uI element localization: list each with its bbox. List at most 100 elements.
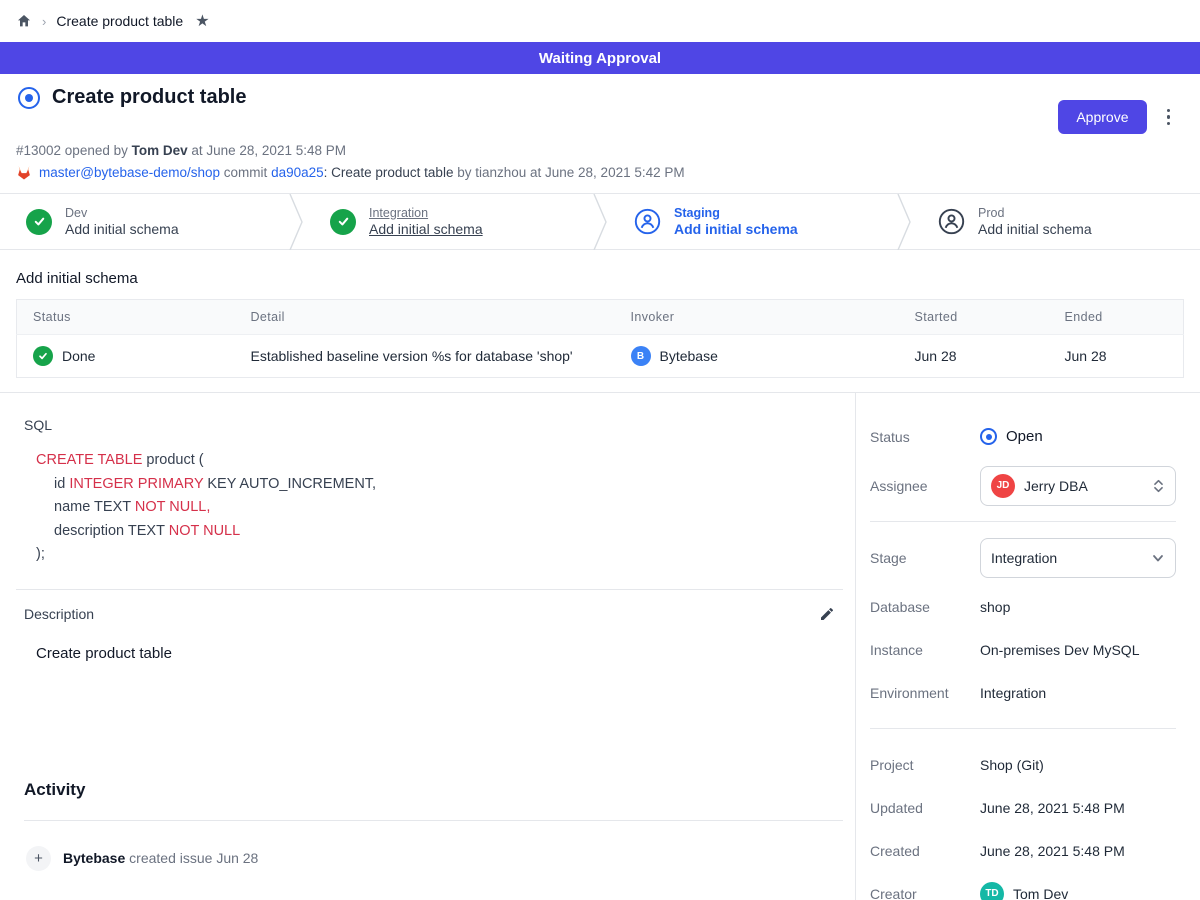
stage-task-label: Add initial schema [65,221,179,237]
approval-banner-label: Waiting Approval [539,50,661,67]
stage-select[interactable]: Integration [980,538,1176,578]
commit-hash-link[interactable]: da90a25 [271,165,324,180]
stage-separator-chevron [288,194,304,249]
stage-separator-chevron [592,194,608,249]
stage-value: Integration [991,550,1142,566]
issue-detail-panel: SQL CREATE TABLE product ( id INTEGER PR… [0,393,855,900]
issue-header: Create product table Approve #13002 open… [0,74,1200,193]
chevron-down-icon [1151,551,1165,565]
task-section-heading: Add initial schema [16,270,1184,287]
commit-info: master@bytebase-demo/shop commit da90a25… [16,165,1184,180]
issue-title: Create product table [52,86,246,109]
created-value: June 28, 2021 5:48 PM [980,843,1125,859]
stage-env-label: Dev [65,206,179,220]
activity-heading: Activity [24,780,855,800]
assignee-select[interactable]: JD Jerry DBA [980,466,1176,506]
task-table: Status Detail Invoker Started Ended Done… [16,299,1184,378]
sql-line: name TEXT NOT NULL, [36,496,855,520]
creator-label: Creator [870,886,980,900]
stage-env-label: Prod [978,206,1092,220]
stage-pending-person-icon [938,208,965,235]
issue-meta: #13002 opened by Tom Dev at June 28, 202… [16,143,1184,158]
stage-label: Stage [870,550,980,566]
issue-sidebar: Status Open Assignee JD Jerry DBA Stage … [855,393,1200,900]
commit-message: : Create product table [324,165,458,180]
task-started: Jun 28 [899,335,1049,378]
creator-avatar: TD [980,882,1004,900]
branch-link[interactable]: master@bytebase-demo/shop [39,165,220,180]
column-header-invoker: Invoker [615,300,899,335]
sidebar-divider [870,521,1176,522]
favorite-star-icon[interactable]: ★ [195,11,209,31]
issue-author: Tom Dev [132,143,188,158]
task-ended: Jun 28 [1049,335,1184,378]
breadcrumb-title: Create product table [56,13,183,29]
column-header-detail: Detail [235,300,615,335]
environment-label: Environment [870,685,980,701]
creator-value: Tom Dev [1013,886,1068,900]
column-header-ended: Ended [1049,300,1184,335]
status-label: Status [870,429,980,445]
description-content: Create product table [36,645,855,662]
invoker-avatar: B [631,346,651,366]
created-label: Created [870,843,980,859]
project-label: Project [870,757,980,773]
home-icon[interactable] [16,13,32,29]
stage-separator-chevron [896,194,912,249]
instance-label: Instance [870,642,980,658]
gitlab-icon [16,165,32,180]
updated-label: Updated [870,800,980,816]
stage-env-label: Integration [369,206,483,220]
stage-done-check-icon [330,209,356,235]
edit-pencil-icon[interactable] [819,606,835,622]
approval-banner: Waiting Approval [0,42,1200,74]
sql-code: CREATE TABLE product ( id INTEGER PRIMAR… [36,449,855,567]
sql-line: id INTEGER PRIMARY KEY AUTO_INCREMENT, [36,473,855,497]
assignee-avatar: JD [991,474,1015,498]
breadcrumb: › Create product table ★ [0,0,1200,42]
stage-task-label: Add initial schema [674,221,798,237]
sql-label: SQL [24,417,855,433]
stage-task-link[interactable]: Add initial schema [369,221,483,237]
done-check-icon [33,346,53,366]
stage-prod[interactable]: Prod Add initial schema [912,194,1200,249]
updown-chevron-icon [1152,478,1165,494]
activity-action: created issue Jun 28 [125,850,258,866]
section-divider [24,820,843,821]
database-label: Database [870,599,980,615]
assignee-label: Assignee [870,478,980,494]
approve-button[interactable]: Approve [1058,100,1146,134]
stage-staging[interactable]: Staging Add initial schema [608,194,896,249]
more-actions-icon[interactable] [1163,105,1175,130]
column-header-status: Status [17,300,235,335]
sql-line: CREATE TABLE product ( [36,449,855,473]
environment-value: Integration [980,685,1046,701]
activity-item: + Bytebase created issue Jun 28 [26,846,855,871]
invoker-name: Bytebase [660,348,718,364]
sidebar-divider [870,728,1176,729]
instance-value: On-premises Dev MySQL [980,642,1139,658]
stage-env-label: Staging [674,206,798,220]
column-header-started: Started [899,300,1049,335]
task-section: Add initial schema Status Detail Invoker… [0,250,1200,378]
stage-done-check-icon [26,209,52,235]
stage-dev[interactable]: Dev Add initial schema [0,194,288,249]
task-detail: Established baseline version %s for data… [235,335,615,378]
activity-actor: Bytebase [63,850,125,866]
project-value: Shop (Git) [980,757,1044,773]
assignee-value: Jerry DBA [1024,478,1143,494]
commit-author-time: by tianzhou at June 28, 2021 5:42 PM [457,165,684,180]
stage-integration[interactable]: Integration Add initial schema [304,194,592,249]
issue-open-status-icon [18,87,40,109]
commit-word: commit [220,165,271,180]
activity-plus-icon: + [26,846,51,871]
database-value: shop [980,599,1010,615]
breadcrumb-chevron-icon: › [42,14,46,29]
section-divider [16,589,843,590]
task-row[interactable]: Done Established baseline version %s for… [17,335,1184,378]
status-value: Open [1006,428,1043,445]
sql-line: ); [36,543,855,567]
stage-pending-person-icon [634,208,661,235]
task-status: Done [62,348,95,364]
issue-opened-time: at June 28, 2021 5:48 PM [188,143,346,158]
